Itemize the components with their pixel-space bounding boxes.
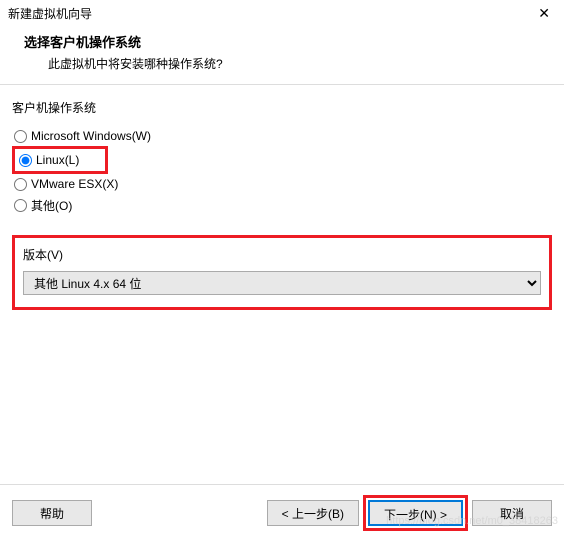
radio-vmware-esx-label: VMware ESX(X) bbox=[31, 177, 118, 191]
version-select[interactable]: 其他 Linux 4.x 64 位 bbox=[23, 271, 541, 295]
page-title: 选择客户机操作系统 bbox=[0, 32, 564, 51]
highlight-box-linux: Linux(L) bbox=[12, 146, 108, 174]
version-label: 版本(V) bbox=[23, 246, 541, 263]
footer: 帮助 < 上一步(B) 下一步(N) > 取消 bbox=[0, 484, 564, 541]
radio-other[interactable]: 其他(O) bbox=[12, 194, 552, 217]
radio-vmware-esx-input[interactable] bbox=[14, 178, 27, 191]
radio-vmware-esx[interactable]: VMware ESX(X) bbox=[12, 174, 552, 194]
os-group-label: 客户机操作系统 bbox=[12, 99, 552, 116]
back-button[interactable]: < 上一步(B) bbox=[267, 500, 359, 526]
titlebar: 新建虚拟机向导 ✕ bbox=[0, 0, 564, 26]
next-button[interactable]: 下一步(N) > bbox=[368, 500, 463, 526]
close-icon[interactable]: ✕ bbox=[532, 5, 556, 22]
version-section: 版本(V) 其他 Linux 4.x 64 位 bbox=[12, 235, 552, 310]
radio-linux[interactable]: Linux(L) bbox=[17, 150, 81, 170]
highlight-box-next: 下一步(N) > bbox=[363, 495, 468, 531]
radio-linux-input[interactable] bbox=[19, 154, 32, 167]
radio-other-label: 其他(O) bbox=[31, 197, 72, 214]
cancel-button[interactable]: 取消 bbox=[472, 500, 552, 526]
radio-linux-label: Linux(L) bbox=[36, 153, 79, 167]
os-radio-group: Microsoft Windows(W) Linux(L) VMware ESX… bbox=[12, 126, 552, 217]
window-title: 新建虚拟机向导 bbox=[8, 5, 92, 22]
wizard-header: 选择客户机操作系统 此虚拟机中将安装哪种操作系统? bbox=[0, 26, 564, 84]
radio-windows[interactable]: Microsoft Windows(W) bbox=[12, 126, 552, 146]
page-subtitle: 此虚拟机中将安装哪种操作系统? bbox=[0, 55, 564, 72]
content-area: 客户机操作系统 Microsoft Windows(W) Linux(L) VM… bbox=[0, 85, 564, 310]
help-button[interactable]: 帮助 bbox=[12, 500, 92, 526]
radio-windows-input[interactable] bbox=[14, 130, 27, 143]
radio-other-input[interactable] bbox=[14, 199, 27, 212]
radio-windows-label: Microsoft Windows(W) bbox=[31, 129, 151, 143]
